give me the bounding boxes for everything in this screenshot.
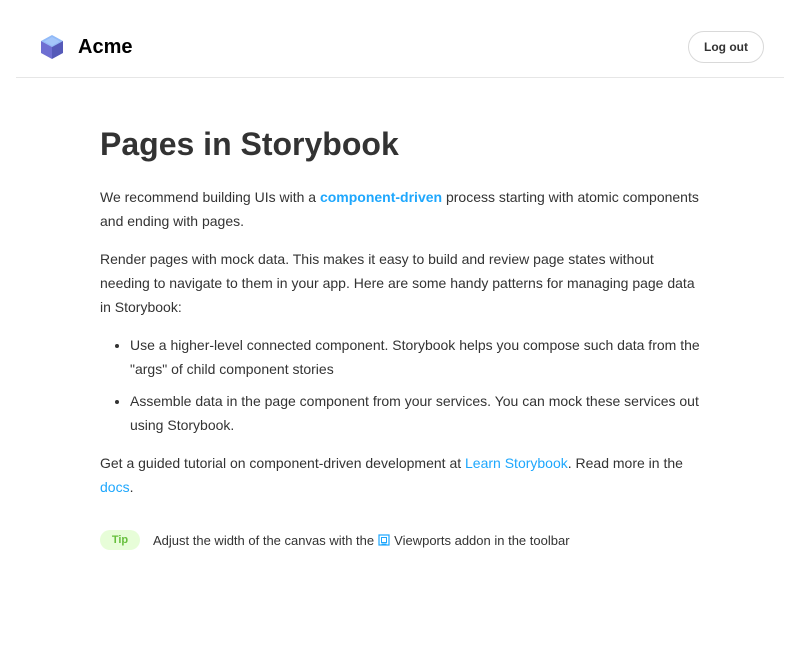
learn-storybook-link[interactable]: Learn Storybook bbox=[465, 455, 568, 471]
logout-button[interactable]: Log out bbox=[688, 31, 764, 63]
page-title: Pages in Storybook bbox=[100, 126, 399, 162]
tutorial-text-start: Get a guided tutorial on component-drive… bbox=[100, 455, 466, 471]
list-item: Use a higher-level connected component. … bbox=[130, 333, 706, 381]
storybook-cube-icon bbox=[41, 35, 63, 59]
tutorial-text-end: . bbox=[129, 479, 134, 495]
intro-paragraph: We recommend building UIs with a compone… bbox=[100, 185, 706, 233]
tip-badge: Tip bbox=[100, 530, 140, 550]
mock-data-paragraph: Render pages with mock data. This makes … bbox=[100, 251, 695, 315]
tutorial-paragraph: Get a guided tutorial on component-drive… bbox=[100, 451, 706, 499]
main-content: Pages in Storybook We recommend building… bbox=[100, 117, 706, 513]
component-driven-link[interactable]: component-driven bbox=[320, 189, 442, 205]
tip-text-end: Viewports addon in the toolbar bbox=[394, 532, 570, 548]
tutorial-text-middle: . Read more in the bbox=[567, 455, 683, 471]
tip-row: Tip Adjust the width of the canvas with … bbox=[100, 530, 570, 550]
intro-text-start: We recommend building UIs with a bbox=[100, 189, 320, 205]
tip-text-start: Adjust the width of the canvas with the bbox=[153, 532, 375, 548]
brand-name: Acme bbox=[78, 36, 133, 58]
viewport-icon bbox=[378, 534, 390, 546]
list-item: Assemble data in the page component from… bbox=[130, 389, 706, 437]
docs-link[interactable]: docs bbox=[100, 479, 130, 495]
patterns-list: Use a higher-level connected component. … bbox=[100, 333, 706, 437]
header: Acme Log out bbox=[16, 16, 784, 78]
